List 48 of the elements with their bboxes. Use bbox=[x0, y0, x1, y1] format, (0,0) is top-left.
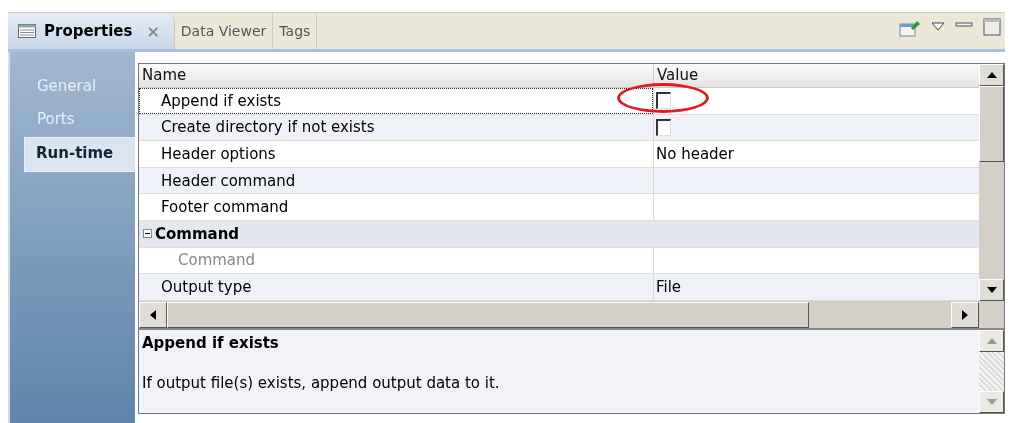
tab[interactable]: Properties × bbox=[8, 13, 175, 49]
scroll-right-button[interactable] bbox=[951, 301, 979, 328]
table-icon bbox=[18, 24, 36, 38]
sidebar-item[interactable]: Run-time bbox=[24, 137, 135, 172]
property-name: Create directory if not exists bbox=[161, 118, 375, 137]
description-title: Append if exists bbox=[142, 333, 280, 352]
scroll-thumb[interactable] bbox=[167, 301, 809, 328]
scroll-left-button[interactable] bbox=[139, 301, 167, 328]
horizontal-scrollbar[interactable] bbox=[139, 300, 1004, 328]
property-row[interactable]: Header options No header bbox=[139, 141, 979, 168]
down-arrow-icon bbox=[986, 286, 997, 293]
checkbox[interactable] bbox=[656, 118, 671, 136]
property-row[interactable]: Command bbox=[139, 220, 979, 248]
description-text: If output file(s) exists, append output data to it. bbox=[142, 373, 501, 392]
scroll-down-button[interactable] bbox=[979, 278, 1004, 301]
right-arrow-icon bbox=[962, 309, 968, 320]
tab[interactable]: Data Viewer bbox=[174, 13, 274, 49]
property-name: Header command bbox=[161, 171, 296, 190]
left-arrow-icon bbox=[150, 309, 156, 320]
property-name: Header options bbox=[161, 145, 276, 163]
tab-label: Data Viewer bbox=[180, 23, 267, 39]
tab[interactable]: Tags bbox=[273, 13, 318, 49]
collapse-icon[interactable] bbox=[143, 229, 152, 239]
scroll-thumb[interactable] bbox=[979, 86, 1004, 162]
dropdown-icon[interactable] bbox=[931, 22, 945, 32]
pin-window-icon[interactable] bbox=[899, 18, 921, 38]
property-value[interactable]: No header bbox=[656, 145, 734, 163]
tab-label: Tags bbox=[279, 23, 311, 39]
up-arrow-icon bbox=[986, 337, 997, 344]
vertical-scrollbar[interactable] bbox=[979, 64, 1004, 301]
property-row[interactable]: Append if exists bbox=[139, 88, 979, 115]
down-arrow-icon bbox=[986, 398, 997, 405]
scroll-up-button[interactable] bbox=[979, 64, 1004, 86]
group-label: Command bbox=[155, 224, 240, 243]
up-arrow-icon bbox=[986, 72, 997, 78]
property-row[interactable]: Header command bbox=[139, 167, 979, 195]
minimize-icon[interactable] bbox=[955, 22, 973, 28]
checkbox[interactable] bbox=[656, 92, 671, 110]
property-name: Append if exists bbox=[161, 91, 282, 110]
property-name: Command bbox=[178, 251, 256, 270]
property-name: Output type bbox=[161, 277, 252, 296]
property-row[interactable]: Create directory if not exists bbox=[139, 114, 979, 142]
tab-label: Properties bbox=[44, 22, 133, 40]
property-row[interactable]: Footer command bbox=[139, 194, 979, 221]
property-name: Footer command bbox=[161, 198, 289, 217]
column-header[interactable]: Name bbox=[139, 64, 653, 87]
property-value[interactable]: File bbox=[656, 277, 682, 296]
property-row[interactable]: Output type File bbox=[139, 274, 979, 301]
